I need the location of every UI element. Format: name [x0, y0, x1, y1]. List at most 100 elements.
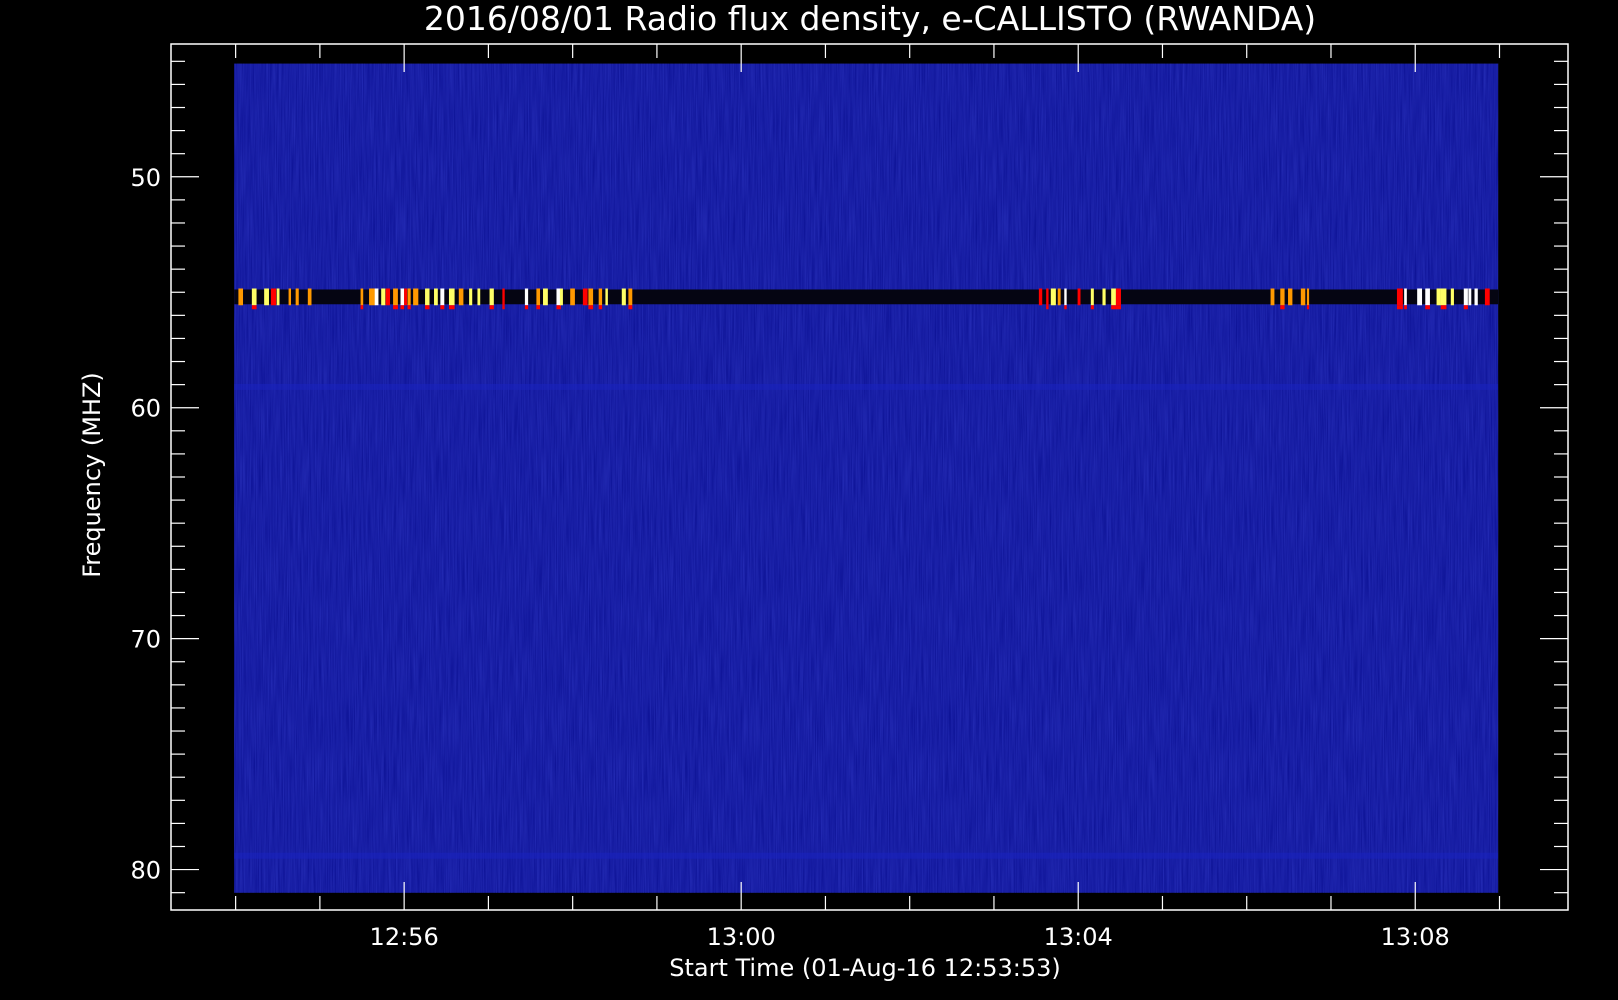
- burst-spike: [1077, 288, 1081, 306]
- y-tick-label: 70: [130, 626, 161, 654]
- burst-spike-tail: [393, 305, 398, 310]
- burst-spike: [502, 288, 505, 306]
- burst-spike: [1463, 288, 1468, 306]
- burst-spike: [1057, 288, 1061, 306]
- burst-spike: [238, 288, 244, 306]
- burst-spike-tail: [1064, 305, 1067, 310]
- burst-spike: [434, 288, 438, 306]
- burst-spike-tail: [251, 305, 257, 310]
- burst-spike: [1300, 288, 1306, 306]
- burst-spike: [1417, 288, 1423, 306]
- burst-spike: [628, 288, 633, 306]
- burst-spike-tail: [556, 305, 561, 310]
- burst-spike: [543, 288, 548, 306]
- burst-spike-tail: [425, 305, 430, 310]
- burst-spike: [1468, 288, 1472, 306]
- burst-spike: [1102, 288, 1106, 306]
- spectrogram-chart: 50 60 70 80 12:56 13:00 13:04 13:08 2016/08/01 …: [0, 0, 1618, 1000]
- burst-spike-tail: [400, 305, 405, 310]
- faint-band: [234, 852, 1499, 859]
- y-axis-label: Frequency (MHZ): [78, 372, 106, 578]
- plot-area: [234, 63, 1499, 893]
- burst-spike: [1064, 288, 1067, 306]
- burst-spike: [1440, 288, 1447, 306]
- burst-spike: [264, 288, 269, 306]
- burst-spike: [1111, 288, 1116, 306]
- burst-spike: [559, 288, 563, 306]
- burst-spike: [598, 288, 603, 306]
- burst-spike: [295, 288, 299, 306]
- burst-spike-tail: [536, 305, 541, 310]
- burst-spike: [536, 288, 541, 306]
- burst-spike: [1404, 288, 1407, 306]
- faint-band: [234, 383, 1499, 390]
- burst-spike-tail: [1404, 305, 1407, 310]
- burst-spike-tail: [1115, 305, 1121, 310]
- burst-spike: [381, 288, 386, 306]
- burst-spike-tail: [524, 305, 529, 310]
- burst-spike: [570, 288, 575, 306]
- burst-spike-tail: [1425, 305, 1430, 310]
- burst-spike-tail: [598, 305, 603, 310]
- burst-spike: [369, 288, 375, 306]
- burst-spike-tail: [440, 305, 445, 310]
- burst-spike: [404, 288, 408, 306]
- burst-spike: [1050, 288, 1056, 306]
- burst-spike: [270, 288, 277, 306]
- burst-spike: [582, 288, 588, 306]
- x-tick-label: 13:04: [1044, 923, 1113, 951]
- burst-spike-tail: [407, 305, 411, 310]
- y-tick-label: 50: [130, 164, 161, 192]
- burst-spike: [407, 288, 411, 306]
- burst-spike: [413, 288, 419, 306]
- burst-spike-tail: [1111, 305, 1116, 310]
- burst-spike: [1046, 288, 1049, 306]
- y-tick-label: 80: [130, 857, 161, 885]
- burst-spike: [1450, 288, 1454, 306]
- burst-spike: [1115, 288, 1121, 306]
- burst-spike: [477, 288, 481, 306]
- burst-spike-tail: [1306, 305, 1310, 310]
- burst-spike: [1280, 288, 1285, 306]
- burst-spike: [425, 288, 430, 306]
- burst-spike: [374, 288, 379, 306]
- burst-spike: [307, 288, 312, 306]
- burst-spike-tail: [360, 305, 364, 310]
- burst-spike: [1484, 288, 1490, 306]
- burst-spike: [1425, 288, 1430, 306]
- spectrogram-texture: [234, 63, 1499, 893]
- burst-spike: [524, 288, 529, 306]
- burst-spike: [251, 288, 257, 306]
- burst-spike: [288, 288, 292, 306]
- burst-spike: [1270, 288, 1275, 306]
- chart-title: 2016/08/01 Radio flux density, e-CALLIST…: [424, 0, 1316, 38]
- burst-spike: [469, 288, 473, 306]
- burst-spike-tail: [1046, 305, 1049, 310]
- burst-spike: [1474, 288, 1478, 306]
- burst-spike: [400, 288, 405, 306]
- burst-spike: [621, 288, 626, 306]
- burst-spike: [1306, 288, 1310, 306]
- x-tick-label: 13:08: [1381, 923, 1450, 951]
- burst-spike-tail: [588, 305, 594, 310]
- burst-spike: [588, 288, 594, 306]
- burst-spike: [276, 288, 280, 306]
- burst-spike: [1038, 288, 1043, 306]
- burst-spike-tail: [628, 305, 633, 310]
- burst-spike: [448, 288, 455, 306]
- x-axis-label: Start Time (01-Aug-16 12:53:53): [669, 954, 1061, 982]
- burst-spike: [393, 288, 398, 306]
- burst-spike: [1396, 288, 1403, 306]
- x-tick-label: 13:00: [707, 923, 776, 951]
- burst-spike: [385, 288, 391, 306]
- burst-spike-tail: [1280, 305, 1285, 310]
- x-tick-label: 12:56: [370, 923, 439, 951]
- burst-spike: [440, 288, 445, 306]
- burst-spike-tail: [448, 305, 455, 310]
- burst-spike: [458, 288, 464, 306]
- burst-spike-tail: [489, 305, 494, 310]
- burst-spike: [1090, 288, 1094, 306]
- burst-spike: [1436, 288, 1441, 306]
- burst-spike-tail: [1463, 305, 1468, 310]
- y-tick-label: 60: [130, 395, 161, 423]
